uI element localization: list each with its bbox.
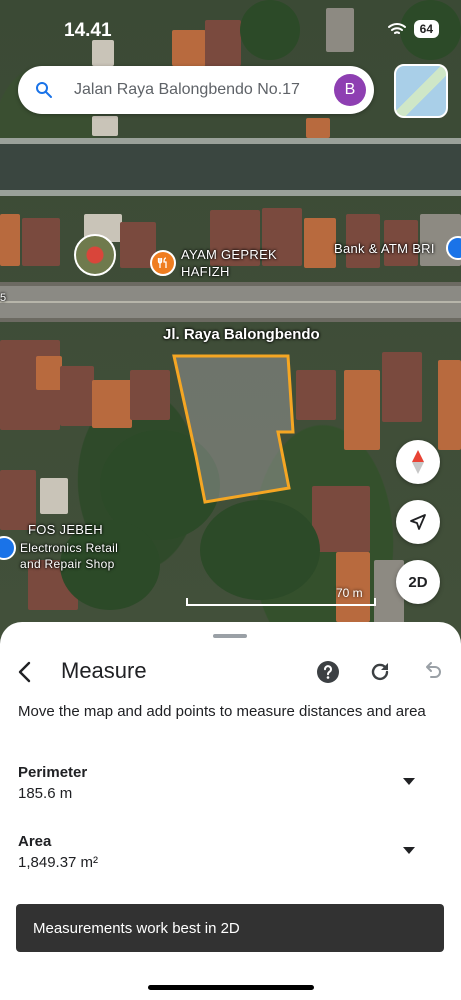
perimeter-label: Perimeter: [18, 764, 88, 781]
battery-indicator: 64: [413, 20, 439, 38]
map-layers-button[interactable]: [394, 64, 448, 118]
home-indicator[interactable]: [148, 985, 314, 990]
place-photo-marker[interactable]: [74, 234, 116, 276]
perimeter-value: 185.6 m: [18, 785, 73, 802]
area-dropdown-icon[interactable]: [403, 847, 415, 854]
account-avatar[interactable]: B: [334, 74, 366, 106]
area-value: 1,849.37 m²: [18, 854, 99, 871]
restaurant-marker-icon[interactable]: [150, 250, 176, 276]
measure-instructions: Move the map and add points to measure d…: [18, 703, 426, 720]
search-bar[interactable]: Jalan Raya Balongbendo No.17 B: [18, 66, 374, 114]
back-arrow-icon[interactable]: [14, 660, 38, 684]
toast-message: Measurements work best in 2D: [16, 904, 444, 952]
2d-mode-button[interactable]: 2D: [396, 560, 440, 604]
sheet-drag-handle[interactable]: [213, 634, 247, 638]
search-icon: [36, 82, 52, 98]
perimeter-row[interactable]: Perimeter 185.6 m: [18, 764, 443, 814]
road-label: Jl. Raya Balongbendo: [163, 326, 320, 343]
compass-button[interactable]: [396, 440, 440, 484]
wifi-icon: [387, 23, 406, 34]
shop-category-label: Electronics Retail and Repair Shop: [20, 541, 119, 571]
shop-name-label[interactable]: FOS JEBEH: [28, 522, 103, 537]
undo-icon[interactable]: [420, 660, 444, 684]
compass-icon: [412, 450, 424, 474]
area-row[interactable]: Area 1,849.37 m²: [18, 833, 443, 883]
status-time: 14.41: [64, 20, 112, 41]
navigation-arrow-icon: [410, 514, 426, 530]
toast-text: Measurements work best in 2D: [33, 919, 240, 937]
sheet-title: Measure: [61, 658, 147, 683]
search-input[interactable]: Jalan Raya Balongbendo No.17: [74, 81, 334, 99]
road-number-label: 5: [0, 292, 7, 304]
bank-label[interactable]: Bank & ATM BRI: [334, 241, 435, 256]
help-icon[interactable]: [316, 660, 340, 684]
scale-label: 70 m: [336, 586, 363, 600]
my-location-button[interactable]: [396, 500, 440, 544]
area-label: Area: [18, 833, 52, 850]
perimeter-dropdown-icon[interactable]: [403, 778, 415, 785]
status-icons: 64: [387, 20, 439, 38]
restaurant-label[interactable]: AYAM GEPREK HAFIZH: [181, 246, 277, 280]
redo-icon[interactable]: [368, 660, 392, 684]
sheet-header: Measure: [0, 652, 461, 692]
